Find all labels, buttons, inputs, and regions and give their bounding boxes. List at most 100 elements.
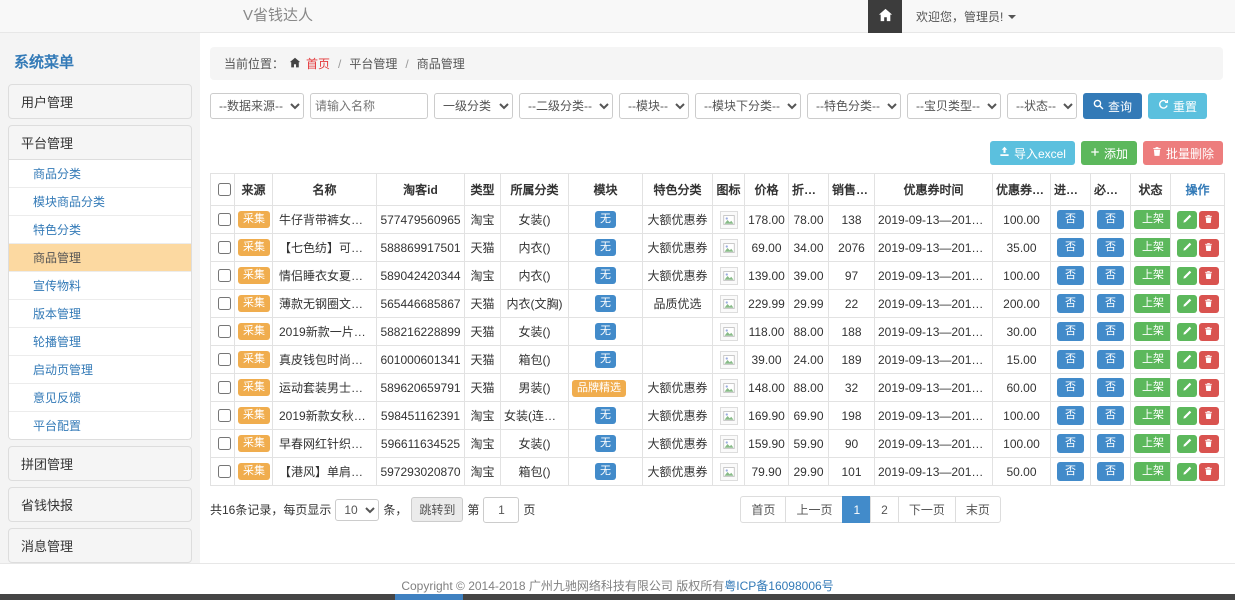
name-input[interactable]: [310, 93, 428, 119]
import-select-toggle[interactable]: 否: [1057, 350, 1084, 368]
breadcrumb-home-link[interactable]: 首页: [306, 55, 330, 72]
page-button-下一页[interactable]: 下一页: [898, 496, 956, 523]
page-button-2[interactable]: 2: [870, 496, 899, 523]
sidebar-subitem[interactable]: 商品分类: [9, 160, 191, 188]
must-buy-toggle[interactable]: 否: [1097, 350, 1124, 368]
edit-button[interactable]: [1177, 323, 1197, 341]
module-select[interactable]: --模块--: [619, 93, 689, 119]
delete-button[interactable]: [1199, 323, 1219, 341]
status-toggle[interactable]: 上架: [1134, 406, 1171, 424]
per-page-select[interactable]: 10: [335, 499, 379, 521]
import-select-toggle[interactable]: 否: [1057, 406, 1084, 424]
must-buy-toggle[interactable]: 否: [1097, 378, 1124, 396]
import-select-toggle[interactable]: 否: [1057, 210, 1084, 228]
must-buy-toggle[interactable]: 否: [1097, 434, 1124, 452]
sidebar-item-2[interactable]: 拼团管理: [9, 447, 191, 480]
import-excel-button[interactable]: 导入excel: [990, 141, 1075, 165]
row-checkbox[interactable]: [218, 437, 231, 450]
edit-button[interactable]: [1177, 295, 1197, 313]
status-toggle[interactable]: 上架: [1134, 294, 1171, 312]
batch-delete-button[interactable]: 批量删除: [1143, 141, 1223, 165]
import-select-toggle[interactable]: 否: [1057, 462, 1084, 480]
must-buy-toggle[interactable]: 否: [1097, 294, 1124, 312]
home-button[interactable]: [868, 0, 902, 33]
delete-button[interactable]: [1199, 351, 1219, 369]
status-toggle[interactable]: 上架: [1134, 238, 1171, 256]
user-menu[interactable]: 欢迎您，管理员!: [902, 0, 1030, 33]
delete-button[interactable]: [1199, 407, 1219, 425]
import-select-toggle[interactable]: 否: [1057, 238, 1084, 256]
edit-button[interactable]: [1177, 351, 1197, 369]
delete-button[interactable]: [1199, 267, 1219, 285]
row-checkbox[interactable]: [218, 409, 231, 422]
row-checkbox[interactable]: [218, 325, 231, 338]
sidebar-subitem[interactable]: 启动页管理: [9, 356, 191, 384]
delete-button[interactable]: [1199, 239, 1219, 257]
row-checkbox[interactable]: [218, 241, 231, 254]
edit-button[interactable]: [1177, 211, 1197, 229]
row-checkbox[interactable]: [218, 381, 231, 394]
must-buy-toggle[interactable]: 否: [1097, 210, 1124, 228]
edit-button[interactable]: [1177, 239, 1197, 257]
status-select[interactable]: --状态--: [1007, 93, 1077, 119]
status-toggle[interactable]: 上架: [1134, 462, 1171, 480]
must-buy-toggle[interactable]: 否: [1097, 406, 1124, 424]
sidebar-subitem[interactable]: 轮播管理: [9, 328, 191, 356]
sidebar-item-0[interactable]: 用户管理: [9, 85, 191, 118]
select-all-checkbox[interactable]: [218, 183, 231, 196]
row-checkbox[interactable]: [218, 297, 231, 310]
must-buy-toggle[interactable]: 否: [1097, 322, 1124, 340]
sidebar-item-3[interactable]: 省钱快报: [9, 488, 191, 521]
page-button-1[interactable]: 1: [842, 496, 871, 523]
query-button[interactable]: 查询: [1083, 93, 1142, 119]
delete-button[interactable]: [1199, 295, 1219, 313]
must-buy-toggle[interactable]: 否: [1097, 462, 1124, 480]
row-checkbox[interactable]: [218, 353, 231, 366]
edit-button[interactable]: [1177, 463, 1197, 481]
reset-button[interactable]: 重置: [1148, 93, 1207, 119]
data-source-select[interactable]: --数据来源--: [210, 93, 304, 119]
row-checkbox[interactable]: [218, 213, 231, 226]
edit-button[interactable]: [1177, 435, 1197, 453]
sidebar-subitem[interactable]: 特色分类: [9, 216, 191, 244]
import-select-toggle[interactable]: 否: [1057, 322, 1084, 340]
status-toggle[interactable]: 上架: [1134, 434, 1171, 452]
edit-button[interactable]: [1177, 267, 1197, 285]
sidebar-item-1[interactable]: 平台管理: [9, 126, 191, 159]
scrollbar-thumb[interactable]: [395, 594, 463, 600]
status-toggle[interactable]: 上架: [1134, 378, 1171, 396]
jump-button[interactable]: 跳转到: [411, 497, 463, 522]
sidebar-subitem[interactable]: 意见反馈: [9, 384, 191, 412]
row-checkbox[interactable]: [218, 465, 231, 478]
status-toggle[interactable]: 上架: [1134, 210, 1171, 228]
status-toggle[interactable]: 上架: [1134, 350, 1171, 368]
page-number-input[interactable]: [483, 497, 519, 523]
sidebar-subitem[interactable]: 宣传物料: [9, 272, 191, 300]
module-sub-category-select[interactable]: --模块下分类--: [695, 93, 801, 119]
level1-category-select[interactable]: 一级分类: [434, 93, 513, 119]
row-checkbox[interactable]: [218, 269, 231, 282]
goods-type-select[interactable]: --宝贝类型--: [907, 93, 1001, 119]
edit-button[interactable]: [1177, 407, 1197, 425]
import-select-toggle[interactable]: 否: [1057, 294, 1084, 312]
sidebar-subitem[interactable]: 模块商品分类: [9, 188, 191, 216]
page-button-首页[interactable]: 首页: [740, 496, 786, 523]
sidebar-item-4[interactable]: 消息管理: [9, 529, 191, 562]
delete-button[interactable]: [1199, 435, 1219, 453]
page-button-上一页[interactable]: 上一页: [785, 496, 843, 523]
status-toggle[interactable]: 上架: [1134, 266, 1171, 284]
sidebar-subitem[interactable]: 版本管理: [9, 300, 191, 328]
edit-button[interactable]: [1177, 379, 1197, 397]
add-button[interactable]: 添加: [1081, 141, 1137, 165]
icp-link[interactable]: 粤ICP备16098006号: [724, 579, 833, 593]
status-toggle[interactable]: 上架: [1134, 322, 1171, 340]
feature-category-select[interactable]: --特色分类--: [807, 93, 901, 119]
must-buy-toggle[interactable]: 否: [1097, 238, 1124, 256]
import-select-toggle[interactable]: 否: [1057, 434, 1084, 452]
sidebar-subitem[interactable]: 平台配置: [9, 412, 191, 439]
delete-button[interactable]: [1199, 463, 1219, 481]
must-buy-toggle[interactable]: 否: [1097, 266, 1124, 284]
level2-category-select[interactable]: --二级分类--: [519, 93, 613, 119]
sidebar-subitem[interactable]: 商品管理: [9, 244, 191, 272]
delete-button[interactable]: [1199, 211, 1219, 229]
